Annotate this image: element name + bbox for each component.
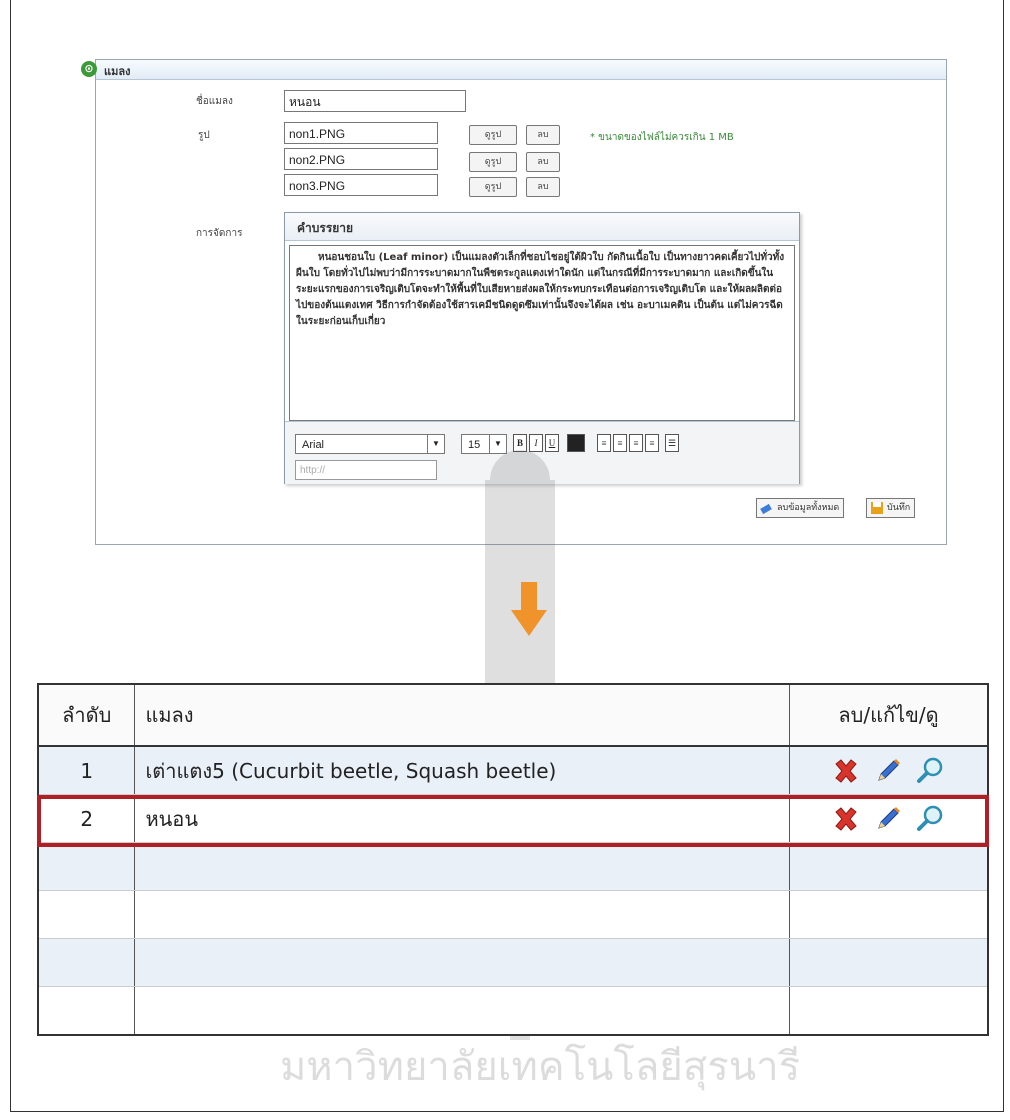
- delete-icon[interactable]: [831, 756, 861, 786]
- table-row-empty: [37, 890, 989, 939]
- editor-toolbar: Arial ▼ 15 ▼ B I U ≡ ≡ ≡ ≡ ☰ http://: [285, 421, 799, 484]
- panel-title: แมลง: [104, 65, 131, 78]
- row-number: 1: [37, 746, 136, 795]
- save-icon: [871, 502, 883, 514]
- row-number: 2: [37, 794, 136, 843]
- chevron-down-icon: ▼: [427, 435, 444, 453]
- description-editor: คำบรรยาย หนอนชอนใบ (Leaf minor) เป็นแมลง…: [284, 212, 800, 484]
- row-actions: [788, 746, 989, 795]
- delete-icon[interactable]: [831, 804, 861, 834]
- editor-header: คำบรรยาย: [285, 213, 799, 241]
- list-icon[interactable]: ☰: [665, 434, 679, 452]
- view-image-button-1[interactable]: ดูรูป: [469, 125, 517, 145]
- description-textarea[interactable]: หนอนชอนใบ (Leaf minor) เป็นแมลงตัวเล็กที…: [289, 245, 795, 421]
- chevron-down-icon: ▼: [489, 435, 506, 453]
- table-row: 1 เต่าแตง5 (Cucurbit beetle, Squash beet…: [37, 746, 989, 795]
- edit-pencil-icon[interactable]: [873, 804, 903, 834]
- align-justify-icon[interactable]: ≡: [645, 434, 659, 452]
- name-label: ชื่อแมลง: [196, 96, 233, 107]
- underline-icon[interactable]: U: [545, 434, 559, 452]
- table-row: 2 หนอน: [37, 794, 989, 843]
- url-input[interactable]: http://: [295, 460, 437, 480]
- row-actions: [788, 794, 989, 843]
- image-field-2[interactable]: non2.PNG: [284, 148, 438, 170]
- manage-label: การจัดการ: [196, 228, 243, 239]
- delete-image-button-1[interactable]: ลบ: [526, 125, 560, 145]
- panel-header: ⊙ แมลง: [81, 60, 946, 80]
- font-size-select[interactable]: 15 ▼: [461, 434, 507, 454]
- editor-heading: คำบรรยาย: [297, 221, 354, 235]
- save-button[interactable]: บันทึก: [866, 498, 916, 518]
- panel-collapse-icon[interactable]: ⊙: [81, 61, 97, 77]
- view-image-button-2[interactable]: ดูรูป: [469, 152, 517, 172]
- table-header-row: ลำดับ แมลง ลบ/แก้ไข/ดู: [37, 684, 989, 747]
- delete-image-button-3[interactable]: ลบ: [526, 177, 560, 197]
- insect-table: ลำดับ แมลง ลบ/แก้ไข/ดู 1 เต่าแตง5 (Cucur…: [37, 683, 989, 1036]
- table-row-empty: [37, 986, 989, 1036]
- view-image-button-3[interactable]: ดูรูป: [469, 177, 517, 197]
- bold-icon[interactable]: B: [513, 434, 527, 452]
- file-size-note: * ขนาดของไฟล์ไม่ควรเกิน 1 MB: [590, 132, 734, 143]
- clear-all-button[interactable]: ลบข้อมูลทั้งหมด: [756, 498, 845, 518]
- align-right-icon[interactable]: ≡: [629, 434, 643, 452]
- clear-all-label: ลบข้อมูลทั้งหมด: [777, 503, 840, 513]
- italic-icon[interactable]: I: [529, 434, 543, 452]
- table-row-empty: [37, 938, 989, 987]
- view-magnifier-icon[interactable]: [915, 756, 945, 786]
- table-row-empty: [37, 842, 989, 891]
- row-insect-name: หนอน: [134, 794, 790, 843]
- down-arrow-icon: [511, 582, 547, 636]
- view-magnifier-icon[interactable]: [915, 804, 945, 834]
- font-size-value: 15: [468, 439, 481, 451]
- name-field[interactable]: หนอน: [284, 90, 466, 112]
- delete-image-button-2[interactable]: ลบ: [526, 152, 560, 172]
- font-family-value: Arial: [302, 439, 325, 451]
- image-label: รูป: [198, 130, 210, 141]
- header-insect: แมลง: [134, 684, 790, 747]
- eraser-icon: [760, 503, 772, 515]
- image-field-1[interactable]: non1.PNG: [284, 122, 438, 144]
- align-left-icon[interactable]: ≡: [597, 434, 611, 452]
- header-actions: ลบ/แก้ไข/ดู: [788, 684, 989, 747]
- edit-pencil-icon[interactable]: [873, 756, 903, 786]
- align-center-icon[interactable]: ≡: [613, 434, 627, 452]
- header-number: ลำดับ: [37, 684, 136, 747]
- text-color-icon[interactable]: [567, 434, 585, 452]
- font-family-select[interactable]: Arial ▼: [295, 434, 445, 454]
- row-insect-name: เต่าแตง5 (Cucurbit beetle, Squash beetle…: [134, 746, 790, 795]
- image-field-3[interactable]: non3.PNG: [284, 174, 438, 196]
- save-label: บันทึก: [887, 503, 911, 513]
